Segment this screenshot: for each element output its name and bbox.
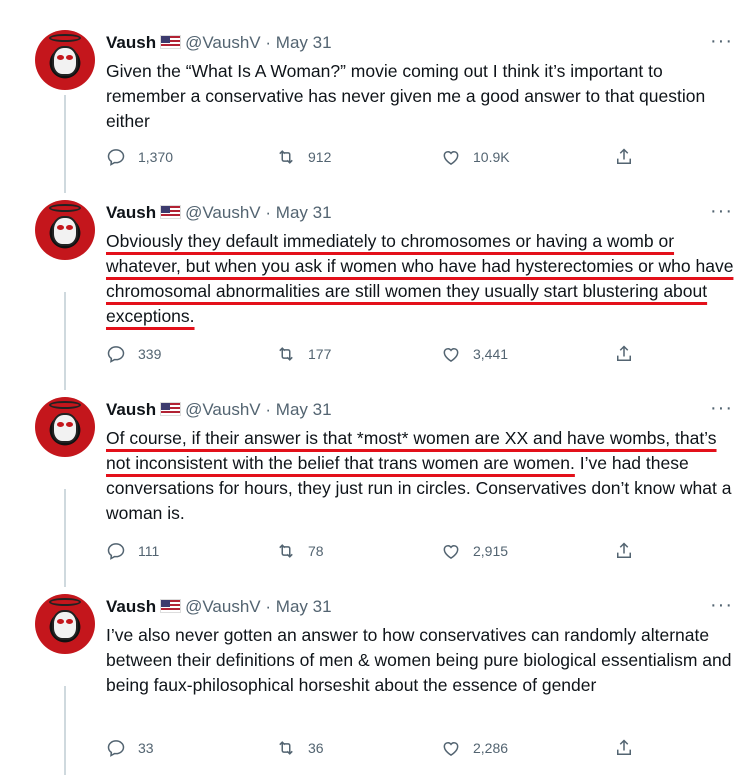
author-handle[interactable]: @VaushV bbox=[185, 400, 261, 419]
avatar[interactable] bbox=[35, 397, 95, 457]
tweet-text: Obviously they default immediately to ch… bbox=[106, 229, 736, 329]
retweet-count: 177 bbox=[308, 346, 332, 362]
heart-icon bbox=[443, 348, 459, 362]
reply-button[interactable]: 339 bbox=[106, 344, 161, 364]
tweet-date[interactable]: May 31 bbox=[276, 33, 332, 52]
tweet-text: I’ve also never gotten an answer to how … bbox=[106, 623, 736, 698]
retweet-icon bbox=[279, 741, 293, 755]
us-flag-icon bbox=[160, 599, 182, 613]
tweet-date[interactable]: May 31 bbox=[276, 597, 332, 616]
retweet-count: 912 bbox=[308, 149, 332, 165]
retweet-count: 36 bbox=[308, 740, 324, 756]
reply-count: 339 bbox=[138, 346, 162, 362]
retweet-count: 78 bbox=[308, 543, 324, 559]
tweet-text-segment: I’ve also never gotten an answer to how … bbox=[106, 625, 732, 695]
tweet-actions: 339 177 3,441 bbox=[106, 344, 646, 368]
like-count: 2,915 bbox=[473, 543, 509, 559]
tweet[interactable]: Vaush @VaushV · May 31 ··· Given the “Wha… bbox=[0, 30, 753, 200]
author-name[interactable]: Vaush bbox=[106, 203, 156, 222]
reply-count: 1,370 bbox=[138, 149, 174, 165]
tweet-date[interactable]: May 31 bbox=[276, 400, 332, 419]
retweet-button[interactable]: 36 bbox=[276, 738, 324, 758]
avatar[interactable] bbox=[35, 594, 95, 654]
tweet[interactable]: Vaush @VaushV · May 31 ··· I’ve also neve… bbox=[0, 594, 753, 775]
tweet[interactable]: Vaush @VaushV · May 31 ··· Of course, if … bbox=[0, 397, 753, 594]
retweet-icon bbox=[279, 150, 293, 164]
avatar[interactable] bbox=[35, 200, 95, 260]
like-count: 2,286 bbox=[473, 740, 509, 756]
tweet-header: Vaush @VaushV · May 31 bbox=[106, 32, 332, 54]
retweet-button[interactable]: 177 bbox=[276, 344, 331, 364]
reply-count: 33 bbox=[138, 740, 154, 756]
tweet-actions: 1,370 912 10.9K bbox=[106, 147, 646, 171]
tweet-text: Of course, if their answer is that *most… bbox=[106, 426, 736, 526]
more-options-icon[interactable]: ··· bbox=[710, 30, 733, 53]
author-handle[interactable]: @VaushV bbox=[185, 203, 261, 222]
like-count: 10.9K bbox=[473, 149, 510, 165]
separator: · bbox=[265, 597, 272, 616]
share-icon bbox=[617, 345, 631, 361]
reply-icon bbox=[107, 346, 125, 363]
share-icon bbox=[617, 739, 631, 755]
share-icon bbox=[617, 542, 631, 558]
separator: · bbox=[265, 400, 272, 419]
retweet-icon bbox=[279, 544, 293, 558]
separator: · bbox=[265, 203, 272, 222]
author-name[interactable]: Vaush bbox=[106, 33, 156, 52]
us-flag-icon bbox=[160, 402, 182, 416]
share-button[interactable] bbox=[614, 541, 646, 561]
retweet-button[interactable]: 912 bbox=[276, 147, 331, 167]
tweet[interactable]: Vaush @VaushV · May 31 ··· Obviously they… bbox=[0, 200, 753, 397]
share-icon bbox=[617, 148, 631, 164]
reply-icon bbox=[107, 149, 125, 166]
like-button[interactable]: 2,915 bbox=[441, 541, 508, 561]
tweet-text-segment: Given the “What Is A Woman?” movie comin… bbox=[106, 61, 706, 131]
tweet-header: Vaush @VaushV · May 31 bbox=[106, 596, 332, 618]
like-button[interactable]: 10.9K bbox=[441, 147, 510, 167]
more-options-icon[interactable]: ··· bbox=[710, 397, 733, 420]
author-name[interactable]: Vaush bbox=[106, 597, 156, 616]
more-options-icon[interactable]: ··· bbox=[710, 200, 733, 223]
us-flag-icon bbox=[160, 35, 182, 49]
reply-button[interactable]: 33 bbox=[106, 738, 154, 758]
share-button[interactable] bbox=[614, 344, 646, 364]
more-options-icon[interactable]: ··· bbox=[710, 594, 733, 617]
author-name[interactable]: Vaush bbox=[106, 400, 156, 419]
reply-count: 111 bbox=[138, 543, 160, 559]
separator: · bbox=[265, 33, 272, 52]
reply-button[interactable]: 111 bbox=[106, 541, 159, 561]
retweet-icon bbox=[279, 347, 293, 361]
tweet-actions: 111 78 2,915 bbox=[106, 541, 646, 565]
reply-icon bbox=[107, 543, 125, 560]
tweet-text: Given the “What Is A Woman?” movie comin… bbox=[106, 59, 736, 134]
tweet-header: Vaush @VaushV · May 31 bbox=[106, 399, 332, 421]
tweet-header: Vaush @VaushV · May 31 bbox=[106, 202, 332, 224]
tweet-date[interactable]: May 31 bbox=[276, 203, 332, 222]
tweet-text-highlighted: Obviously they default immediately to ch… bbox=[106, 231, 734, 326]
us-flag-icon bbox=[160, 205, 182, 219]
like-button[interactable]: 3,441 bbox=[441, 344, 508, 364]
tweet-actions: 33 36 2,286 bbox=[106, 738, 646, 762]
retweet-button[interactable]: 78 bbox=[276, 541, 324, 561]
author-handle[interactable]: @VaushV bbox=[185, 597, 261, 616]
avatar[interactable] bbox=[35, 30, 95, 90]
heart-icon bbox=[443, 742, 459, 756]
share-button[interactable] bbox=[614, 147, 646, 167]
reply-button[interactable]: 1,370 bbox=[106, 147, 173, 167]
heart-icon bbox=[443, 151, 459, 165]
reply-icon bbox=[107, 740, 125, 757]
like-button[interactable]: 2,286 bbox=[441, 738, 508, 758]
like-count: 3,441 bbox=[473, 346, 509, 362]
share-button[interactable] bbox=[614, 738, 646, 758]
author-handle[interactable]: @VaushV bbox=[185, 33, 261, 52]
heart-icon bbox=[443, 545, 459, 559]
